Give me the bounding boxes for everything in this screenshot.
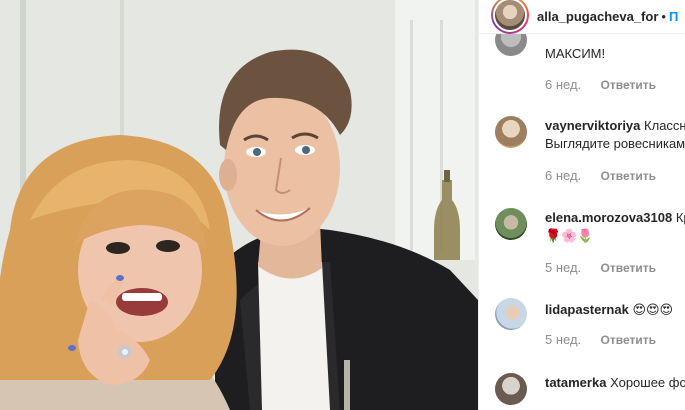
commenter-avatar[interactable] xyxy=(495,116,527,148)
author-username[interactable]: alla_pugacheva_for xyxy=(537,9,658,24)
emoji-text: 😍😍😍 xyxy=(632,302,674,317)
comment-age: 5 нед. xyxy=(545,332,582,347)
post-photo[interactable] xyxy=(0,0,478,410)
reply-button[interactable]: Ответить xyxy=(601,333,656,347)
comment-age: 6 нед. xyxy=(545,168,582,183)
comment-text: tatamerka Хорошее фо xyxy=(545,375,685,390)
commenter-username[interactable]: tatamerka xyxy=(545,375,606,390)
comments-panel: alla_pugacheva_for • П МАКСИМ! 6 нед. От… xyxy=(478,0,685,410)
comment-age: 5 нед. xyxy=(545,260,582,275)
header-separator: • xyxy=(661,9,666,24)
comment-meta: 6 нед. Ответить xyxy=(545,168,656,183)
follow-button[interactable]: П xyxy=(669,9,678,24)
post-photo-illustration xyxy=(0,0,478,410)
comment-text: vaynerviktoriya Классн Выглядите ровесни… xyxy=(545,118,685,151)
reply-button[interactable]: Ответить xyxy=(601,78,656,92)
post-header: alla_pugacheva_for • П xyxy=(479,0,685,34)
reply-button[interactable]: Ответить xyxy=(601,261,656,275)
author-avatar[interactable] xyxy=(491,0,529,34)
commenter-username[interactable]: lidapasternak xyxy=(545,302,629,317)
comment-meta: 6 нед. Ответить xyxy=(545,77,656,92)
comment-age: 6 нед. xyxy=(545,77,582,92)
comment-text: lidapasternak 😍😍😍 xyxy=(545,301,685,319)
comment-text: elena.morozova3108 Кр 🌹🌸🌷 xyxy=(545,210,685,243)
emoji-text: 🌹🌸🌷 xyxy=(545,228,594,243)
commenter-avatar[interactable] xyxy=(495,298,527,330)
comment-text: МАКСИМ! xyxy=(545,46,606,61)
commenter-username[interactable]: vaynerviktoriya xyxy=(545,118,640,133)
commenter-avatar[interactable] xyxy=(495,208,527,240)
commenter-username[interactable]: elena.morozova3108 xyxy=(545,210,672,225)
commenter-avatar[interactable] xyxy=(495,373,527,405)
comment-meta: 5 нед. Ответить xyxy=(545,260,656,275)
comment-meta: 5 нед. Ответить xyxy=(545,332,656,347)
reply-button[interactable]: Ответить xyxy=(601,169,656,183)
